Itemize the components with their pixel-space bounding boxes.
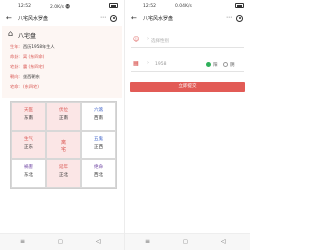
grid-cell-northwest: 绝命 西北 xyxy=(81,159,116,188)
home-icon[interactable]: □ xyxy=(183,239,188,245)
status-bar: 12:52 2.0K/s 🅗 xyxy=(0,0,124,12)
target-icon[interactable] xyxy=(110,14,117,22)
direction-name: 东北 xyxy=(24,173,33,179)
option-b-label: 阴 xyxy=(230,62,235,68)
info-value: 西历1958年生人 xyxy=(23,44,55,49)
chevron-icon: › xyxy=(147,36,149,42)
direction-name: 西南 xyxy=(94,116,103,121)
system-nav-bar: ≡ □ ◁ xyxy=(0,233,124,250)
status-network: 2.0K/s 🅗 xyxy=(50,5,70,10)
year-field[interactable]: ▦ › 1958 阳 阴 xyxy=(131,59,244,72)
menu-icon[interactable]: ≡ xyxy=(20,238,25,245)
info-label: 宅命: xyxy=(10,84,20,89)
more-icon[interactable]: ⋯ xyxy=(226,14,232,22)
house-icon: ⌂ xyxy=(8,29,14,38)
nav-back-icon[interactable]: ◁ xyxy=(221,238,226,245)
option-a-radio[interactable] xyxy=(206,62,211,67)
nav-back-icon[interactable]: ◁ xyxy=(96,238,101,245)
right-screen: 12:52 0.04K/s ← 八宅风水罗盘 ⋯ ☺ › 选择性别 ▦ › 19… xyxy=(125,0,250,250)
star-name: 祸害 xyxy=(24,165,33,171)
star-name: 伏位 xyxy=(59,108,68,113)
system-nav-bar: ≡ □ ◁ xyxy=(125,233,250,250)
back-arrow-icon[interactable]: ← xyxy=(6,14,12,22)
info-value: (东四宅) xyxy=(23,84,39,89)
more-icon[interactable]: ⋯ xyxy=(100,14,106,22)
status-time: 12:52 xyxy=(18,4,31,9)
info-label: 命卦: xyxy=(10,54,20,59)
direction-name: 东南 xyxy=(24,116,33,121)
star-name: 五鬼 xyxy=(94,136,103,142)
direction-name: 西北 xyxy=(94,173,103,179)
star-name: 延年 xyxy=(59,165,68,171)
app-title: 八宅风水罗盘 xyxy=(18,16,49,22)
option-b-radio[interactable] xyxy=(223,62,228,67)
grid-cell-north: 延年 正北 xyxy=(46,159,81,188)
year-value: 1958 xyxy=(155,62,167,67)
direction-name: 正东 xyxy=(24,144,33,150)
star-name: 六煞 xyxy=(94,108,103,113)
app-bar: ← 八宅风水罗盘 ⋯ xyxy=(0,12,124,24)
star-name: 天医 xyxy=(24,108,33,113)
star-name: 生气 xyxy=(24,136,33,142)
left-screen: 12:52 2.0K/s 🅗 ← 八宅风水罗盘 ⋯ ⌂ 八宅盘 生年: 西历195… xyxy=(0,0,125,250)
info-row: 命卦: 离 (东四命) xyxy=(10,54,44,60)
info-row: 宅命: (东四宅) xyxy=(10,84,39,90)
info-value: 坐西朝东 xyxy=(23,74,40,79)
bazhai-grid: 天医东南 伏位正南 六煞西南 生气正东 离 宅 五鬼正西 祸害东北 延年正北 绝… xyxy=(10,101,117,189)
battery-icon xyxy=(109,3,118,8)
gender-field[interactable]: ☺ › 选择性别 xyxy=(131,35,244,48)
grid-cell-east: 生气 正东 xyxy=(11,130,46,160)
home-icon[interactable]: □ xyxy=(58,239,63,245)
direction-name: 正西 xyxy=(94,144,103,150)
grid-cell-center: 离 宅 xyxy=(46,130,81,160)
person-icon: ☺ xyxy=(133,36,140,43)
chevron-icon: › xyxy=(147,60,149,66)
direction-name: 正南 xyxy=(59,116,68,121)
option-a-label: 阳 xyxy=(213,62,218,68)
info-row: 宅卦: 震 (东四宅) xyxy=(10,64,44,70)
status-bar: 12:52 0.04K/s xyxy=(125,0,250,12)
back-arrow-icon[interactable]: ← xyxy=(131,14,137,22)
battery-icon xyxy=(235,3,244,8)
info-row: 生年: 西历1958年生人 xyxy=(10,44,55,50)
info-value: 离 (东四命) xyxy=(23,54,45,59)
status-network: 0.04K/s xyxy=(175,4,192,9)
status-time: 12:52 xyxy=(143,4,156,9)
app-bar: ← 八宅风水罗盘 ⋯ xyxy=(125,12,250,24)
center-house-label: 离 宅 xyxy=(60,139,66,153)
grid-cell-northeast: 祸害 东北 xyxy=(11,159,46,188)
calendar-icon: ▦ xyxy=(133,60,139,67)
app-title: 八宅风水罗盘 xyxy=(143,16,174,22)
grid-cell-west: 五鬼 正西 xyxy=(81,130,116,160)
info-panel: ⌂ 八宅盘 生年: 西历1958年生人 命卦: 离 (东四命) 宅卦: 震 (东四宅)… xyxy=(2,26,122,98)
grid-cell-southeast: 天医 东南 xyxy=(11,102,46,131)
info-value: 震 (东四宅) xyxy=(23,64,45,69)
submit-button[interactable]: 立即提交 xyxy=(130,82,245,92)
menu-icon[interactable]: ≡ xyxy=(145,238,150,245)
star-name: 绝命 xyxy=(94,165,103,171)
direction-name: 正北 xyxy=(59,173,68,179)
info-label: 朝向: xyxy=(10,74,20,79)
grid-cell-southwest: 六煞 西南 xyxy=(81,102,116,131)
info-label: 宅卦: xyxy=(10,64,20,69)
info-heading: 八宅盘 xyxy=(18,33,37,40)
info-label: 生年: xyxy=(10,44,20,49)
gender-placeholder: 选择性别 xyxy=(151,39,169,44)
info-row: 朝向: 坐西朝东 xyxy=(10,74,40,80)
grid-cell-south: 伏位 正南 xyxy=(46,102,81,131)
target-icon[interactable] xyxy=(236,14,243,22)
